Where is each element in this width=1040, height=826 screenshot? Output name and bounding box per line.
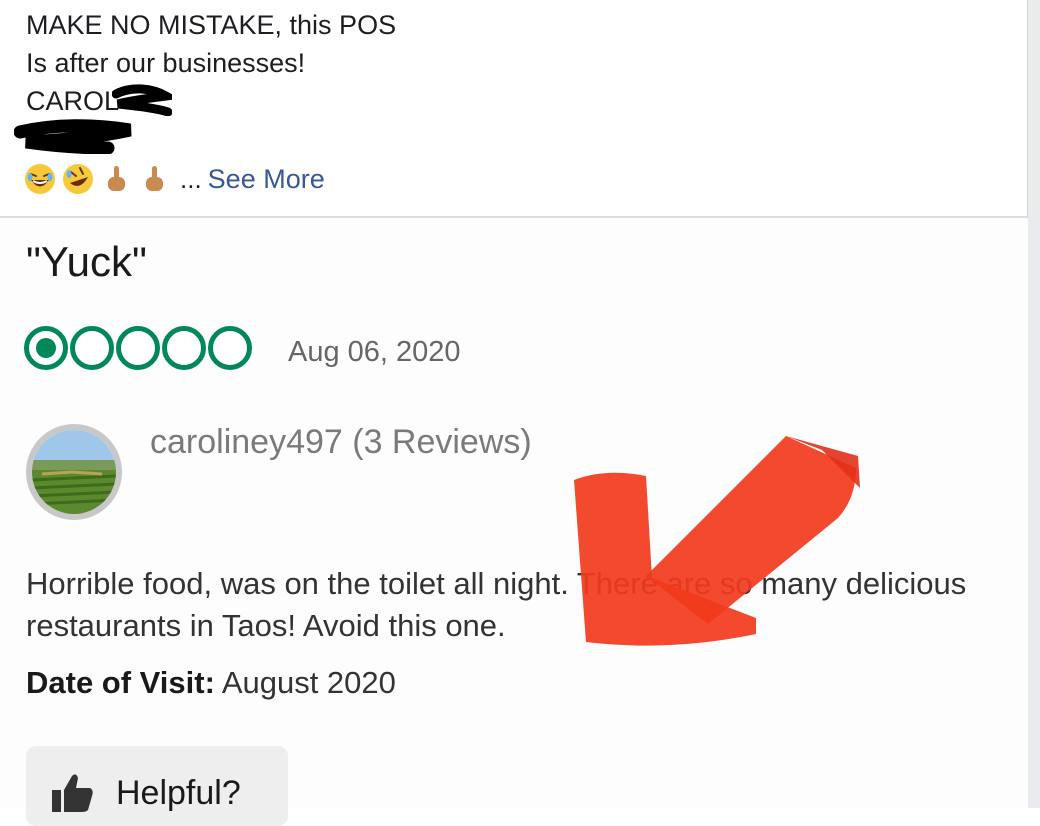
post-text-line-2: Is after our businesses! <box>26 48 306 78</box>
rating-bubble-empty <box>70 326 114 370</box>
see-more-ellipsis: ... <box>180 163 202 194</box>
reactions-row[interactable]: ... See More <box>24 160 325 198</box>
rating-bubble-empty <box>162 326 206 370</box>
rating-bubble-empty <box>116 326 160 370</box>
facebook-post: MAKE NO MISTAKE, this POS Is after our b… <box>0 0 1028 218</box>
review-date: Aug 06, 2020 <box>288 336 461 368</box>
landscape-avatar-image <box>32 430 116 514</box>
redaction-scribble <box>112 84 172 116</box>
helpful-label: Helpful? <box>116 774 241 812</box>
thumbs-up-icon <box>52 774 93 812</box>
see-more-link[interactable]: See More <box>208 164 325 195</box>
review-title: "Yuck" <box>26 238 147 285</box>
post-text-line-3: CAROL <box>26 86 120 116</box>
date-of-visit-label: Date of Visit: <box>26 665 215 700</box>
reviewer-avatar[interactable] <box>26 424 122 520</box>
rating-bubble-empty <box>208 326 252 370</box>
reviewer-name-link[interactable]: caroliney497 (3 Reviews) <box>150 423 532 462</box>
post-text-line-1: MAKE NO MISTAKE, this POS <box>26 10 397 40</box>
middle-finger-icon <box>146 166 163 191</box>
red-arrow-annotation <box>574 436 860 646</box>
helpful-button[interactable]: Helpful? <box>26 746 288 826</box>
rating-bubble-filled <box>24 326 68 370</box>
rating-bubbles <box>24 326 254 370</box>
laughing-emoji-icon <box>25 164 55 194</box>
date-of-visit: Date of Visit: August 2020 <box>26 665 396 701</box>
scrollbar-edge <box>1027 0 1040 808</box>
tripadvisor-review-card: "Yuck" Aug 06, 2020 caroliney497 (3 Revi… <box>0 218 1028 826</box>
redaction-scribble <box>14 119 132 154</box>
rofl-emoji-icon <box>63 164 93 194</box>
middle-finger-icon <box>108 166 125 191</box>
date-of-visit-value: August 2020 <box>221 665 396 700</box>
